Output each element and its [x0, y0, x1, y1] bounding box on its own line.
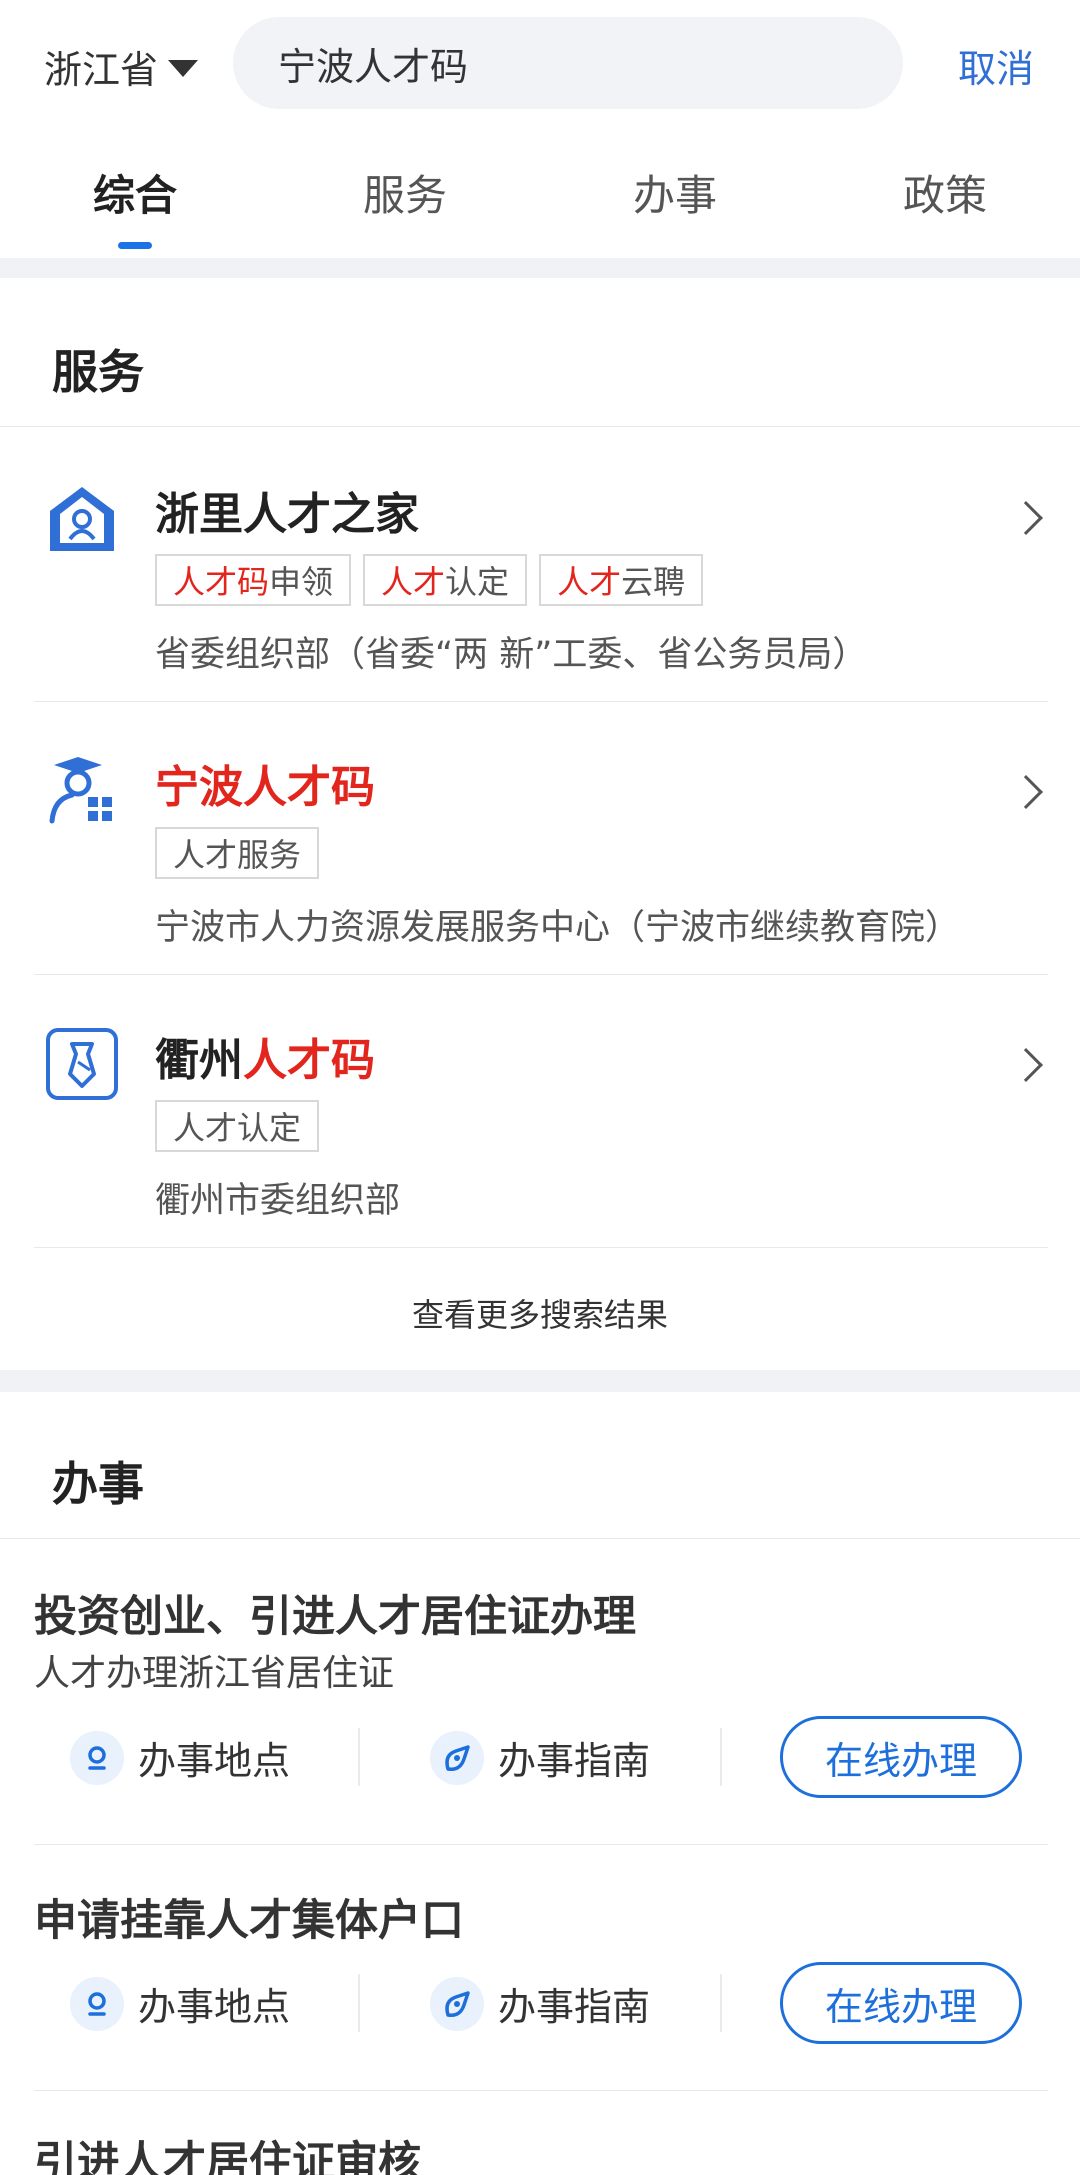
service-title: 衢州人才码	[155, 1035, 375, 1086]
service-title: 浙里人才之家	[155, 489, 419, 540]
affairs-section-title: 办事	[52, 1457, 144, 1511]
cancel-button[interactable]: 取消	[958, 38, 1034, 93]
tab-services[interactable]: 服务	[295, 162, 515, 223]
tag: 人才 云聘	[539, 554, 704, 606]
location-label: 办事地点	[138, 1985, 291, 2029]
divider	[34, 1844, 1048, 1845]
search-input[interactable]: 宁波人才码	[233, 17, 903, 109]
more-results-link[interactable]: 查看更多搜索结果	[0, 1290, 1080, 1336]
divider	[358, 1974, 360, 2032]
service-item-quzhou-talent-code[interactable]: 衢州人才码 人才认定 衢州市委组织部	[0, 974, 1080, 1247]
section-separator	[0, 258, 1080, 278]
divider	[34, 1247, 1048, 1248]
search-header: 浙江省 宁波人才码 取消	[0, 0, 1080, 130]
location-button[interactable]: 办事地点	[70, 1730, 290, 1785]
tab-comprehensive[interactable]: 综合	[25, 162, 245, 223]
chevron-right-icon	[1009, 501, 1043, 535]
active-tab-indicator	[118, 242, 152, 249]
compass-icon	[430, 1976, 484, 2031]
service-title: 宁波人才码	[155, 762, 375, 813]
tab-policy[interactable]: 政策	[835, 162, 1055, 223]
compass-icon	[430, 1730, 484, 1785]
divider	[720, 1728, 722, 1786]
tab-affairs[interactable]: 办事	[565, 162, 785, 223]
location-label: 办事地点	[138, 1739, 291, 1783]
tag: 人才认定	[363, 554, 528, 606]
affair-title[interactable]: 投资创业、引进人才居住证办理	[34, 1582, 636, 1644]
divider	[34, 2090, 1048, 2091]
service-item-ningbo-talent-code[interactable]: 宁波人才码 人才服务 宁波市人力资源发展服务中心（宁波市继续教育院）	[0, 701, 1080, 974]
tag: 人才认定	[155, 1100, 320, 1152]
service-item-talent-home[interactable]: 浙里人才之家 人才码 申领 人才 认定 人才 云聘 省委组织部（省委“两 新”工委、省…	[0, 426, 1080, 701]
guide-label: 办事指南	[498, 1739, 651, 1783]
tag-list: 人才码 申领 人才 认定 人才 云聘	[155, 554, 704, 606]
section-separator	[0, 1370, 1080, 1392]
talent-home-icon	[50, 487, 114, 551]
service-org: 省委组织部（省委“两 新”工委、省公务员局）	[155, 635, 868, 675]
affair-title[interactable]: 申请挂靠人才集体户口	[34, 1886, 464, 1948]
service-org: 宁波市人力资源发展服务中心（宁波市继续教育院）	[155, 908, 961, 948]
divider	[0, 1538, 1080, 1539]
region-selector[interactable]: 浙江省	[44, 36, 199, 96]
region-label: 浙江省	[44, 47, 159, 92]
location-pin-icon	[70, 1976, 124, 2031]
affair-title[interactable]: 引进人才居住证审核	[34, 2128, 421, 2175]
chevron-right-icon	[1009, 1048, 1043, 1082]
tag-list: 人才服务	[155, 827, 320, 879]
guide-button[interactable]: 办事指南	[430, 1730, 650, 1785]
search-query: 宁波人才码	[278, 44, 469, 89]
tag-list: 人才认定	[155, 1100, 320, 1152]
caret-down-icon	[168, 59, 199, 77]
affair-subtitle: 人才办理浙江省居住证	[34, 1653, 395, 1694]
divider	[720, 1974, 722, 2032]
guide-label: 办事指南	[498, 1985, 651, 2029]
service-org: 衢州市委组织部	[155, 1181, 401, 1221]
services-section-title: 服务	[52, 345, 144, 399]
online-process-button[interactable]: 在线办理	[780, 1962, 1022, 2044]
tab-bar: 综合 服务 办事 政策	[0, 150, 1080, 250]
guide-button[interactable]: 办事指南	[430, 1976, 650, 2031]
divider	[358, 1728, 360, 1786]
tag: 人才服务	[155, 827, 320, 879]
tag: 人才码 申领	[155, 554, 352, 606]
location-button[interactable]: 办事地点	[70, 1976, 290, 2031]
location-pin-icon	[70, 1730, 124, 1785]
chevron-right-icon	[1009, 775, 1043, 809]
online-process-button[interactable]: 在线办理	[780, 1716, 1022, 1798]
tie-badge-icon	[46, 1028, 118, 1100]
graduate-qr-icon	[49, 757, 112, 824]
